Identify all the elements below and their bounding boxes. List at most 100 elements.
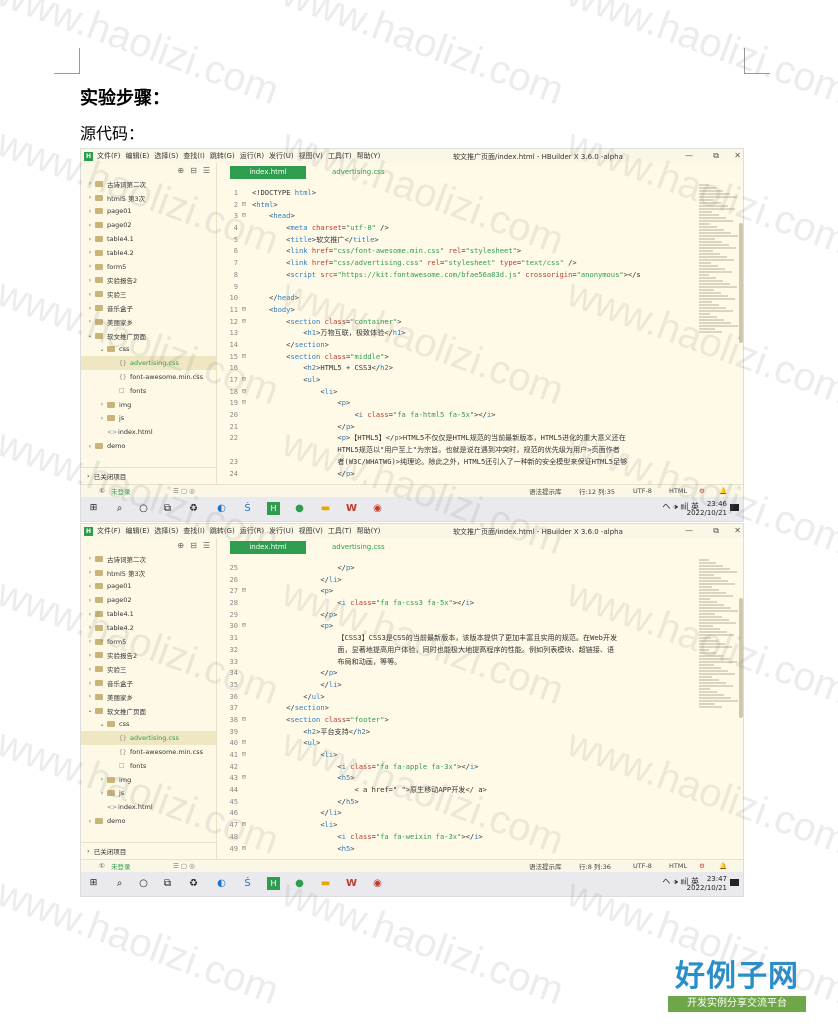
fold-marker-icon[interactable]: ⊟ bbox=[242, 772, 250, 784]
bell-icon[interactable]: 🔔 bbox=[719, 862, 727, 870]
restore-icon[interactable]: ⧉ bbox=[713, 526, 719, 536]
menu-icon[interactable]: ☰ bbox=[203, 541, 210, 550]
tree-item[interactable]: › demo bbox=[81, 439, 216, 453]
login-status[interactable]: 未登录 bbox=[111, 486, 131, 496]
tree-item[interactable]: › 实验报告2 bbox=[81, 274, 216, 288]
menu-item[interactable]: 运行(R) bbox=[240, 526, 264, 536]
wps-icon[interactable]: W bbox=[345, 502, 358, 515]
minimize-icon[interactable]: — bbox=[685, 151, 693, 160]
syntax-lib[interactable]: 语法提示库 bbox=[529, 486, 562, 496]
app-icon-1[interactable]: ♻ bbox=[187, 502, 200, 515]
cortana-icon[interactable]: ○ bbox=[137, 502, 150, 515]
tree-item[interactable]: ⌄ 软文推广页面 bbox=[81, 704, 216, 718]
chevron-right-icon[interactable]: › bbox=[85, 652, 95, 659]
menu-item[interactable]: 运行(R) bbox=[240, 151, 264, 161]
chevron-right-icon[interactable]: › bbox=[85, 194, 95, 201]
tree-item[interactable]: › html5 第3次 bbox=[81, 566, 216, 580]
chevron-right-icon[interactable]: › bbox=[85, 680, 95, 687]
chevron-right-icon[interactable]: › bbox=[85, 236, 95, 243]
chevron-down-icon[interactable]: ⌄ bbox=[97, 721, 107, 728]
clock[interactable]: 23:46 2022/10/21 bbox=[687, 500, 727, 518]
menu-icon[interactable]: ☰ bbox=[203, 166, 210, 175]
add-icon[interactable]: ⊕ bbox=[177, 541, 184, 550]
code-editor[interactable]: index.html advertising.css 25 </p> 26 </l… bbox=[218, 538, 743, 872]
tree-item[interactable]: › html5 第3次 bbox=[81, 191, 216, 205]
fold-marker-icon[interactable]: ⊟ bbox=[242, 819, 250, 831]
edge-icon[interactable]: ◐ bbox=[215, 502, 228, 515]
close-icon[interactable]: ✕ bbox=[734, 151, 741, 160]
layout-icons[interactable]: ☰ ▢ ◎ bbox=[173, 487, 195, 495]
menu-item[interactable]: 工具(T) bbox=[328, 526, 352, 536]
tree-item[interactable]: <> index.html bbox=[81, 425, 216, 439]
code-area[interactable]: 25 </p> 26 </li> 27 ⊟ <p> 28 <i class="fa fa… bbox=[218, 562, 695, 872]
restore-icon[interactable]: ⧉ bbox=[713, 151, 719, 161]
user-icon[interactable]: ① bbox=[99, 487, 105, 495]
wps-icon[interactable]: W bbox=[345, 877, 358, 890]
tree-item[interactable]: › table4.2 bbox=[81, 246, 216, 260]
fold-marker-icon[interactable]: ⊟ bbox=[242, 304, 250, 316]
task-view-icon[interactable]: ⧉ bbox=[161, 502, 174, 515]
clock[interactable]: 23:47 2022/10/21 bbox=[687, 875, 727, 893]
chevron-right-icon[interactable]: › bbox=[97, 790, 107, 797]
menu-item[interactable]: 文件(F) bbox=[97, 526, 121, 536]
encoding[interactable]: UTF-8 bbox=[633, 862, 652, 870]
menu-item[interactable]: 选择(S) bbox=[154, 151, 178, 161]
fold-marker-icon[interactable]: ⊟ bbox=[242, 316, 250, 328]
tree-item[interactable]: › form5 bbox=[81, 260, 216, 274]
settings-icon[interactable]: ⚙ bbox=[699, 487, 705, 495]
menu-item[interactable]: 发行(U) bbox=[269, 526, 294, 536]
app-icon-2[interactable]: Ṡ bbox=[241, 502, 254, 515]
tree-item[interactable]: › js bbox=[81, 412, 216, 426]
chevron-right-icon[interactable]: › bbox=[85, 318, 95, 325]
tab-index-html[interactable]: index.html bbox=[230, 166, 306, 179]
menu-item[interactable]: 编辑(E) bbox=[126, 526, 150, 536]
menu-item[interactable]: 查找(I) bbox=[183, 151, 205, 161]
settings-icon[interactable]: ⚙ bbox=[699, 862, 705, 870]
tree-item[interactable]: {} advertising.css bbox=[81, 356, 216, 371]
chrome-icon[interactable]: ● bbox=[293, 502, 306, 515]
tree-item[interactable]: ⌄ 软文推广页面 bbox=[81, 329, 216, 343]
search-icon[interactable]: ⌕ bbox=[113, 502, 126, 515]
bell-icon[interactable]: 🔔 bbox=[719, 487, 727, 495]
chevron-right-icon[interactable]: › bbox=[85, 569, 95, 576]
tree-item[interactable]: □ fonts bbox=[81, 759, 216, 773]
chevron-right-icon[interactable]: › bbox=[85, 597, 95, 604]
chevron-right-icon[interactable]: › bbox=[85, 624, 95, 631]
fold-marker-icon[interactable]: ⊟ bbox=[242, 386, 250, 398]
tree-item[interactable]: › 实验报告2 bbox=[81, 649, 216, 663]
tree-item[interactable]: □ fonts bbox=[81, 384, 216, 398]
chevron-right-icon[interactable]: › bbox=[97, 415, 107, 422]
closed-projects[interactable]: › 已关闭项目 bbox=[81, 842, 217, 858]
tab-index-html[interactable]: index.html bbox=[230, 541, 306, 554]
tree-item[interactable]: › 实验三 bbox=[81, 662, 216, 676]
minimap[interactable] bbox=[699, 558, 739, 798]
menu-item[interactable]: 文件(F) bbox=[97, 151, 121, 161]
explorer-icon[interactable]: ▬ bbox=[319, 502, 332, 515]
tree-item[interactable]: › page01 bbox=[81, 205, 216, 219]
fold-marker-icon[interactable]: ⊟ bbox=[242, 210, 250, 222]
hbuilder-taskbar-icon[interactable]: H bbox=[267, 877, 280, 890]
cortana-icon[interactable]: ○ bbox=[137, 877, 150, 890]
tree-item[interactable]: › 古诗词第二次 bbox=[81, 177, 216, 191]
tree-item[interactable]: › demo bbox=[81, 814, 216, 828]
menu-item[interactable]: 帮助(Y) bbox=[357, 526, 381, 536]
tree-item[interactable]: › 音乐盒子 bbox=[81, 676, 216, 690]
collapse-icon[interactable]: ⊟ bbox=[190, 541, 197, 550]
chevron-right-icon[interactable]: › bbox=[85, 180, 95, 187]
fold-marker-icon[interactable]: ⊟ bbox=[242, 737, 250, 749]
fold-marker-icon[interactable]: ⊟ bbox=[242, 843, 250, 855]
chevron-down-icon[interactable]: ⌄ bbox=[85, 332, 95, 339]
chevron-right-icon[interactable]: › bbox=[85, 555, 95, 562]
language-mode[interactable]: HTML bbox=[669, 487, 687, 495]
chevron-right-icon[interactable]: › bbox=[85, 305, 95, 312]
tree-item[interactable]: {} font-awesome.min.css bbox=[81, 370, 216, 384]
menu-item[interactable]: 视图(V) bbox=[299, 526, 323, 536]
language-mode[interactable]: HTML bbox=[669, 862, 687, 870]
chrome-icon[interactable]: ● bbox=[293, 877, 306, 890]
menu-item[interactable]: 选择(S) bbox=[154, 526, 178, 536]
fold-marker-icon[interactable]: ⊟ bbox=[242, 397, 250, 409]
tree-item[interactable]: ⌄ css bbox=[81, 343, 216, 357]
fold-marker-icon[interactable]: ⊟ bbox=[242, 199, 250, 211]
menu-item[interactable]: 帮助(Y) bbox=[357, 151, 381, 161]
chevron-right-icon[interactable]: › bbox=[97, 776, 107, 783]
